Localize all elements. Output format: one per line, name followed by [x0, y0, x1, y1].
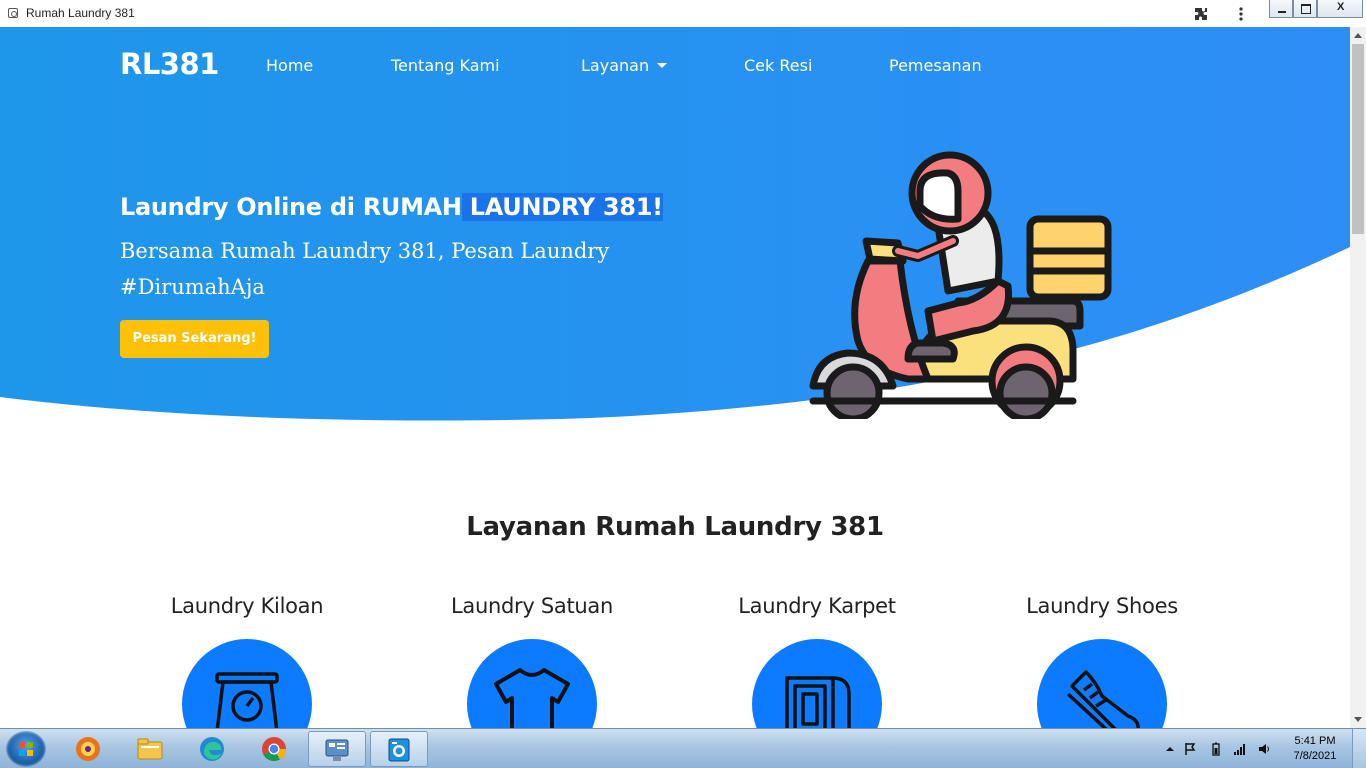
- taskbar-app-chrome[interactable]: [246, 731, 304, 767]
- navbar: RL381 Home Tentang Kami Layanan Cek Resi…: [0, 27, 1350, 105]
- file-explorer-icon: [137, 738, 163, 760]
- nav-layanan-label: Layanan: [581, 56, 650, 75]
- weighing-scale-icon: [215, 672, 279, 728]
- clock-date: 7/8/2021: [1293, 750, 1337, 762]
- pesan-sekarang-button[interactable]: Pesan Sekarang!: [120, 320, 269, 358]
- minimize-button[interactable]: [1269, 0, 1293, 18]
- clock-time: 5:41 PM: [1294, 735, 1336, 747]
- sneaker-icon: [1066, 670, 1140, 728]
- close-button[interactable]: [1317, 0, 1363, 18]
- taskbar-app-laundry[interactable]: [370, 731, 428, 767]
- nav-cek-resi[interactable]: Cek Resi: [744, 56, 812, 75]
- hero-title: Laundry Online di RUMAH LAUNDRY 381!: [120, 193, 663, 221]
- taskbar-clock[interactable]: 5:41 PM 7/8/2021: [1280, 734, 1350, 764]
- taskbar-app-explorer[interactable]: [122, 731, 180, 767]
- service-label: Laundry Shoes: [1026, 594, 1178, 618]
- app-icon: [8, 8, 18, 18]
- service-card-shoes[interactable]: Laundry Shoes: [952, 594, 1252, 728]
- services-title: Layanan Rumah Laundry 381: [466, 512, 884, 542]
- service-card-satuan[interactable]: Laundry Satuan: [382, 594, 682, 728]
- windows-logo-icon: [19, 742, 33, 756]
- nav-layanan-dropdown[interactable]: Layanan: [581, 56, 668, 75]
- chrome-icon: [262, 737, 286, 762]
- brand-logo[interactable]: RL381: [120, 47, 219, 81]
- scrollbar-thumb[interactable]: [1352, 44, 1364, 234]
- service-card-karpet[interactable]: Laundry Karpet: [667, 594, 967, 728]
- window-titlebar: Rumah Laundry 381: [0, 0, 1366, 27]
- action-center-flag-icon[interactable]: [1184, 742, 1196, 756]
- delivery-scooter-illustration: [809, 151, 1112, 419]
- scroll-down-icon[interactable]: [1354, 717, 1362, 722]
- show-desktop-button[interactable]: [1352, 729, 1366, 768]
- service-label: Laundry Karpet: [738, 594, 896, 618]
- nav-tentang-kami[interactable]: Tentang Kami: [391, 56, 500, 75]
- service-label: Laundry Kiloan: [170, 594, 324, 618]
- taskbar: 5:41 PM 7/8/2021: [0, 728, 1366, 768]
- hero-subtitle: Bersama Rumah Laundry 381, Pesan Laundry…: [120, 239, 610, 299]
- taskbar-app-browser[interactable]: [60, 731, 118, 767]
- maximize-button[interactable]: [1293, 0, 1317, 18]
- service-label: Laundry Satuan: [451, 594, 613, 618]
- service-card-kiloan[interactable]: Laundry Kiloan: [97, 594, 397, 728]
- service-circle: [1037, 639, 1167, 728]
- web-page: RL381 Home Tentang Kami Layanan Cek Resi…: [0, 27, 1350, 728]
- service-circle: [467, 639, 597, 728]
- start-button[interactable]: [6, 731, 46, 767]
- scroll-up-icon[interactable]: [1354, 33, 1362, 38]
- carpet-icon: [785, 676, 851, 728]
- kebab-menu-icon[interactable]: [1236, 6, 1246, 22]
- taskbar-app-edge[interactable]: [184, 731, 242, 767]
- edge-icon: [200, 737, 224, 761]
- tshirt-icon: [494, 668, 570, 728]
- laundry-app-icon: [388, 738, 410, 762]
- control-panel-icon: [325, 739, 349, 761]
- show-hidden-icons-icon[interactable]: [1164, 742, 1176, 756]
- window-controls: [1269, 0, 1363, 18]
- hero-title-highlight: LAUNDRY 381!: [461, 193, 663, 221]
- nav-home[interactable]: Home: [266, 56, 313, 75]
- battery-icon[interactable]: [1210, 742, 1222, 756]
- volume-icon[interactable]: [1258, 742, 1270, 756]
- hero-title-start: Laundry Online di RUMAH: [120, 193, 462, 221]
- service-circle: [752, 639, 882, 728]
- extensions-puzzle-icon[interactable]: [1193, 6, 1209, 22]
- window-title: Rumah Laundry 381: [26, 6, 135, 20]
- taskbar-app-control-panel[interactable]: [308, 731, 366, 767]
- nav-pemesanan[interactable]: Pemesanan: [889, 56, 982, 75]
- service-circle: [182, 639, 312, 728]
- caret-down-icon: [657, 63, 668, 68]
- page-scrollbar[interactable]: [1350, 27, 1366, 728]
- browser-app-icon: [76, 737, 100, 761]
- network-signal-icon[interactable]: [1234, 742, 1246, 756]
